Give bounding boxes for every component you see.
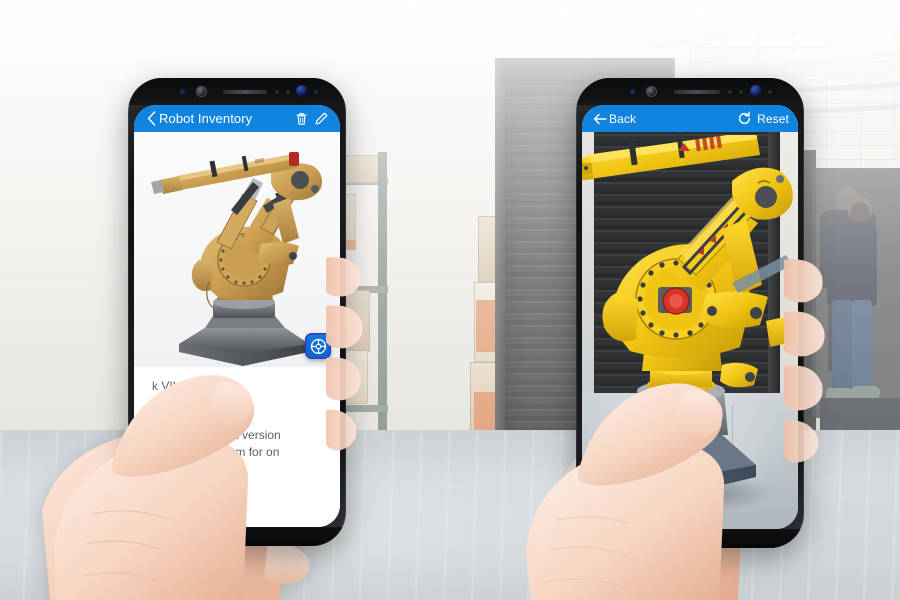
proximity-sensor	[180, 89, 185, 94]
front-camera	[750, 85, 762, 97]
page-title: Robot Inventory	[159, 111, 253, 126]
iris-scanner	[196, 86, 207, 97]
proximity-sensor	[630, 89, 635, 94]
arrow-left-icon[interactable]	[591, 109, 609, 129]
sensor	[768, 90, 772, 94]
front-camera	[296, 85, 308, 97]
back-label[interactable]: Back	[609, 112, 636, 126]
left-hand-fingers	[326, 257, 363, 451]
sensor	[275, 90, 279, 94]
earpiece-speaker	[223, 90, 267, 94]
model-viewer[interactable]: ▨▨	[134, 132, 340, 367]
right-hand-fingers	[784, 259, 825, 463]
sensor	[314, 90, 318, 94]
reset-circular-arrow-icon[interactable]	[734, 109, 754, 129]
right-app-bar: Back Reset	[582, 105, 798, 132]
earpiece-speaker	[674, 90, 720, 94]
left-app-bar: Robot Inventory	[134, 105, 340, 132]
phone-top-bezel	[576, 78, 804, 105]
sensor	[728, 90, 732, 94]
trash-icon[interactable]	[291, 109, 311, 129]
sensor	[739, 90, 743, 94]
pencil-icon[interactable]	[311, 109, 331, 129]
phone-top-bezel	[128, 78, 346, 105]
sensor	[286, 90, 290, 94]
screenshot-stage: Robot Inventory ▨▨ k VII version for on …	[0, 0, 900, 600]
reset-label[interactable]: Reset	[754, 112, 789, 126]
chevron-left-icon[interactable]	[143, 109, 159, 129]
iris-scanner	[646, 86, 657, 97]
right-hand-foreground	[526, 383, 725, 600]
